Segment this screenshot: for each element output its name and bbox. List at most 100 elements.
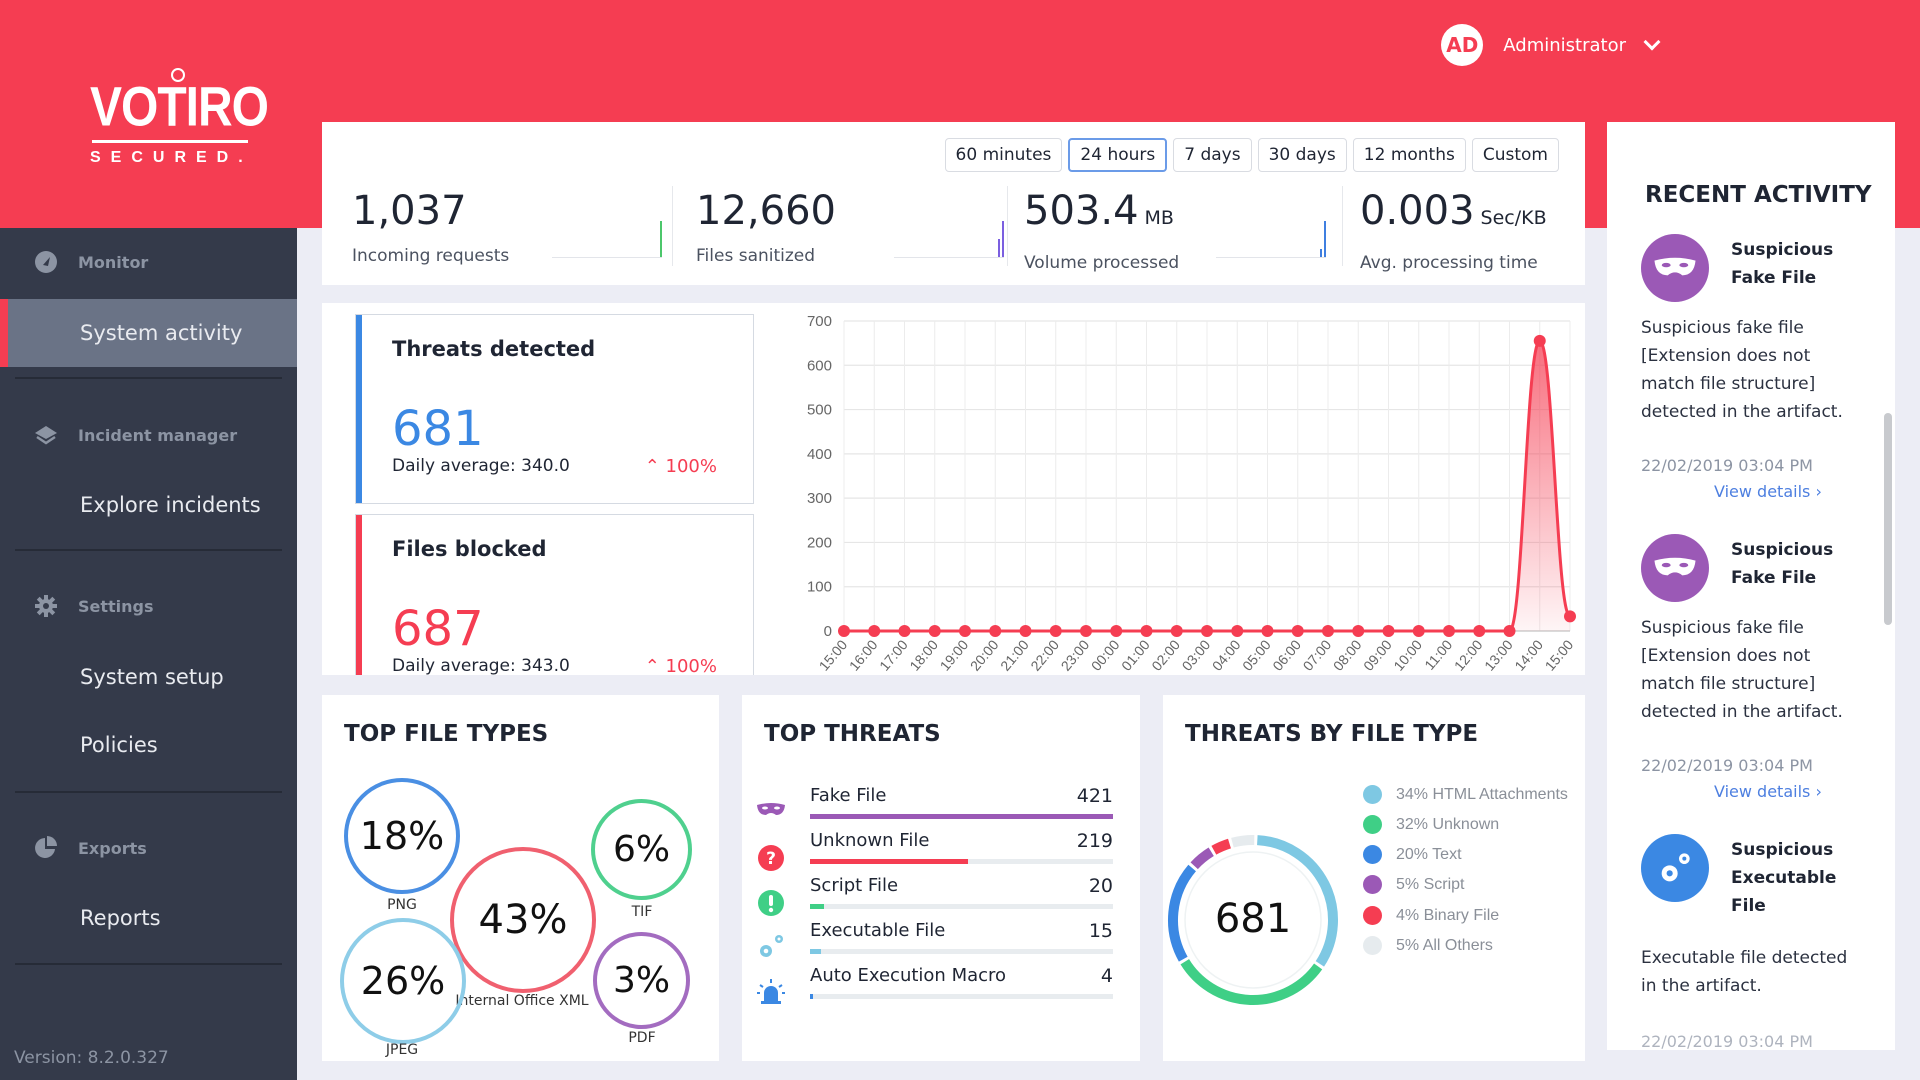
question-icon: ?: [758, 845, 784, 871]
kpi-daily-average: Daily average: 340.0: [392, 456, 570, 476]
bubble-label: PNG: [387, 897, 417, 913]
bubble-pdf[interactable]: 3%: [593, 932, 690, 1029]
top-file-types-card: TOP FILE TYPES 18% PNG 43% Internal Offi…: [322, 695, 719, 1061]
threat-count: 20: [1088, 875, 1113, 897]
data-point: [1291, 625, 1304, 637]
x-tick-label: 17:00: [876, 636, 911, 673]
sparkline-bar: [660, 221, 662, 257]
threat-count: 15: [1088, 920, 1113, 942]
siren-icon: [757, 979, 785, 1004]
bubble-internal-office-xml[interactable]: 43%: [450, 847, 596, 993]
range-30-days[interactable]: 30 days: [1257, 138, 1347, 172]
sparkline: [1216, 218, 1326, 258]
x-tick-label: 14:00: [1511, 636, 1546, 673]
sidebar-group-label: Incident manager: [78, 425, 238, 445]
data-point: [1110, 625, 1123, 637]
threat-name: Script File: [810, 875, 899, 896]
version-label: Version: 8.2.0.327: [14, 1048, 169, 1068]
user-menu[interactable]: AD Administrator: [1441, 24, 1661, 66]
bubble-tif[interactable]: 6%: [591, 799, 692, 900]
sidebar-divider: [15, 963, 282, 965]
votiro-logo[interactable]: VOTIRO SECURED.: [90, 68, 269, 167]
data-point: [1473, 625, 1486, 637]
stat-volume-processed: 503.4 MB Volume processed: [1024, 188, 1344, 278]
donut-segment[interactable]: [1211, 838, 1232, 855]
stat-label: Avg. processing time: [1360, 253, 1538, 273]
data-point: [1382, 625, 1395, 637]
activity-description: Executable file detected in the artifact…: [1641, 948, 1848, 996]
kpi-files-blocked[interactable]: Files blocked 687 Daily average: 343.0 ⌃…: [355, 514, 754, 675]
bubble-label: PDF: [628, 1030, 656, 1046]
threat-count: 219: [1076, 830, 1113, 852]
legend-item: 4% Binary File: [1363, 906, 1499, 925]
chevron-right-icon: ›: [1815, 782, 1822, 801]
range-custom[interactable]: Custom: [1471, 138, 1559, 172]
threat-row-unknown-file[interactable]: Unknown File 219: [810, 830, 1113, 864]
donut-segment[interactable]: [1190, 847, 1214, 870]
legend-dot: [1363, 936, 1382, 955]
sparkline: [552, 218, 662, 258]
arrow-up-icon: ⌃: [644, 656, 666, 675]
x-tick-label: 04:00: [1209, 636, 1244, 673]
donut-total: 681: [1215, 896, 1291, 942]
data-point: [1201, 625, 1213, 637]
chevron-down-icon: [1643, 33, 1661, 51]
threat-bar-fill: [810, 994, 813, 999]
range-7-days[interactable]: 7 days: [1173, 138, 1252, 172]
threat-row-auto-execution-macro[interactable]: Auto Execution Macro 4: [810, 965, 1113, 999]
bubble-jpeg[interactable]: 26%: [340, 918, 466, 1044]
time-range-selector: 60 minutes 24 hours 7 days 30 days 12 mo…: [944, 138, 1559, 172]
sidebar-item-policies[interactable]: Policies: [0, 711, 297, 779]
view-details-link[interactable]: View details ›: [1714, 782, 1822, 801]
threat-row-executable-file[interactable]: Executable File 15: [810, 920, 1113, 954]
mask-icon: [1641, 534, 1709, 602]
donut-segment[interactable]: [1231, 835, 1255, 848]
threat-row-script-file[interactable]: Script File 20: [810, 875, 1113, 909]
sidebar-divider: [15, 791, 282, 793]
sidebar: Monitor System activity Incident manager…: [0, 228, 297, 1080]
panel-title: THREATS BY FILE TYPE: [1185, 721, 1479, 747]
legend-dot: [1363, 815, 1382, 834]
threat-bar-track: [810, 814, 1113, 819]
x-tick-label: 20:00: [967, 636, 1002, 673]
sidebar-item-system-activity[interactable]: System activity: [0, 299, 297, 367]
range-60-minutes[interactable]: 60 minutes: [944, 138, 1063, 172]
threat-name: Executable File: [810, 920, 946, 941]
threats-donut-chart: 681: [1168, 835, 1338, 1005]
chevron-right-icon: ›: [1815, 482, 1822, 501]
range-24-hours[interactable]: 24 hours: [1068, 138, 1168, 172]
sidebar-item-system-setup[interactable]: System setup: [0, 643, 297, 711]
data-point: [1443, 625, 1455, 637]
data-point: [1352, 625, 1365, 637]
threat-name: Auto Execution Macro: [810, 965, 1007, 986]
legend-item: 5% Script: [1363, 875, 1464, 894]
svg-text:?: ?: [766, 849, 776, 869]
threat-bar-fill: [810, 904, 825, 909]
kpi-delta: ⌃ 100%: [644, 456, 717, 477]
activity-timestamp: 22/02/2019 03:04 PM: [1641, 1032, 1813, 1050]
pie-chart-icon: [35, 836, 57, 858]
kpi-threats-detected[interactable]: Threats detected 681 Daily average: 340.…: [355, 314, 754, 504]
activity-timestamp: 22/02/2019 03:04 PM: [1641, 756, 1813, 775]
x-tick-label: 10:00: [1390, 636, 1425, 673]
gears-icon: [1641, 834, 1709, 902]
sidebar-item-reports[interactable]: Reports: [0, 884, 297, 952]
bubble-label: JPEG: [385, 1042, 419, 1058]
threat-row-fake-file[interactable]: Fake File 421: [810, 785, 1113, 819]
range-12-months[interactable]: 12 months: [1352, 138, 1466, 172]
recent-activity-scrollbar[interactable]: [1884, 413, 1892, 625]
stat-files-sanitized: 12,660 Files sanitized: [696, 188, 1006, 278]
threats-by-file-type-card: THREATS BY FILE TYPE 681 34% HTML Attach…: [1163, 695, 1585, 1061]
data-point: [1140, 625, 1153, 637]
sidebar-item-explore-incidents[interactable]: Explore incidents: [0, 471, 297, 539]
exclamation-icon: [758, 890, 784, 916]
x-tick-label: 16:00: [846, 636, 881, 673]
y-tick-label: 100: [807, 579, 832, 596]
user-name: Administrator: [1503, 34, 1626, 56]
data-point: [1231, 625, 1244, 637]
bubble-label: TIF: [631, 904, 653, 920]
threat-name: Fake File: [810, 785, 887, 806]
bubble-png[interactable]: 18%: [344, 778, 460, 894]
kpi-value: 687: [392, 601, 484, 657]
view-details-link[interactable]: View details ›: [1714, 482, 1822, 501]
